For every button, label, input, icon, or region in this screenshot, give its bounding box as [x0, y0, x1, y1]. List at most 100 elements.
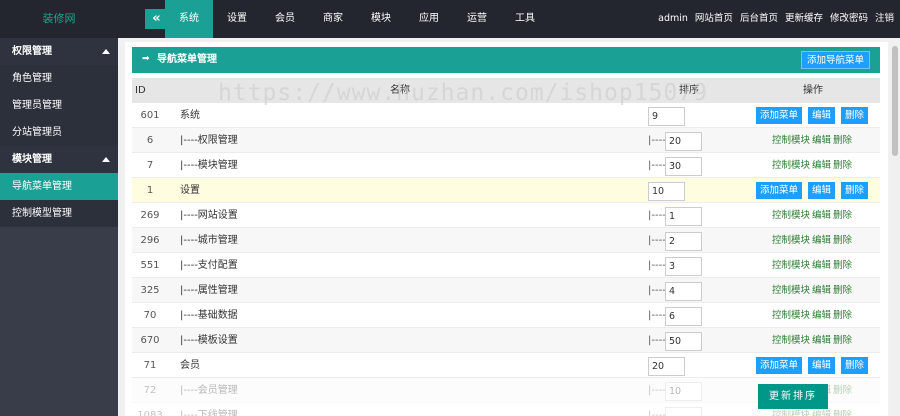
edit-button[interactable]: 编辑: [807, 357, 835, 374]
edit-link[interactable]: 编辑: [812, 310, 831, 321]
edit-button[interactable]: 编辑: [807, 107, 835, 124]
row-name: |----模块管理: [180, 160, 238, 171]
caret-up-icon: [102, 49, 110, 54]
delete-link[interactable]: 删除: [833, 210, 852, 221]
control-module-link[interactable]: 控制模块: [772, 210, 810, 221]
row-name: |----基础数据: [180, 310, 238, 321]
add-nav-menu-button[interactable]: 添加导航菜单: [800, 51, 870, 69]
edit-link[interactable]: 编辑: [812, 335, 831, 346]
delete-button[interactable]: 删除: [840, 107, 868, 124]
sidebar-group-header[interactable]: 模块管理: [0, 146, 118, 173]
delete-link[interactable]: 删除: [833, 135, 852, 146]
sort-input[interactable]: 10: [665, 382, 702, 401]
delete-button[interactable]: 删除: [840, 357, 868, 374]
add-menu-button[interactable]: 添加菜单: [755, 357, 802, 374]
sort-input[interactable]: 4: [665, 282, 702, 301]
control-module-link[interactable]: 控制模块: [772, 160, 810, 171]
delete-link[interactable]: 删除: [833, 285, 852, 296]
edit-link[interactable]: 编辑: [812, 410, 831, 416]
row-id: 296: [140, 235, 160, 246]
scrollbar-thumb[interactable]: [892, 46, 898, 156]
logout-link[interactable]: 注销: [875, 0, 894, 38]
header-ops: 操作: [803, 85, 823, 96]
edit-link[interactable]: 编辑: [812, 135, 831, 146]
admin-home-link[interactable]: 后台首页: [740, 0, 778, 38]
sort-input[interactable]: 3: [665, 257, 702, 276]
edit-link[interactable]: 编辑: [812, 235, 831, 246]
sort-prefix: |----: [648, 410, 666, 416]
clear-cache-link[interactable]: 更新缓存: [785, 0, 823, 38]
control-module-link[interactable]: 控制模块: [772, 135, 810, 146]
delete-button[interactable]: 删除: [840, 182, 868, 199]
sidebar-item[interactable]: 角色管理: [0, 65, 118, 92]
change-password-link[interactable]: 修改密码: [830, 0, 868, 38]
sidebar-group-header[interactable]: 权限管理: [0, 38, 118, 65]
table-header: ID 名称 排序 操作: [132, 78, 880, 103]
sort-input[interactable]: 20: [648, 357, 685, 376]
table-row: 7 |----模块管理 |---- 30 控制模块 编辑 删除: [132, 153, 880, 178]
vertical-scrollbar[interactable]: [890, 42, 900, 416]
delete-link[interactable]: 删除: [833, 260, 852, 271]
brand-logo[interactable]: 装修网: [0, 0, 118, 38]
delete-link[interactable]: 删除: [833, 160, 852, 171]
top-nav: 系统 设置 会员 商家 模块 应用 运营 工具: [165, 0, 549, 38]
control-module-link[interactable]: 控制模块: [772, 335, 810, 346]
edit-link[interactable]: 编辑: [812, 260, 831, 271]
sort-input[interactable]: 10: [648, 182, 685, 201]
edit-link[interactable]: 编辑: [812, 210, 831, 221]
row-id: 71: [143, 360, 157, 371]
delete-link[interactable]: 删除: [833, 235, 852, 246]
control-module-link[interactable]: 控制模块: [772, 235, 810, 246]
header-sort: 排序: [679, 85, 699, 96]
row-links: 控制模块编辑删除: [770, 303, 852, 328]
delete-link[interactable]: 删除: [833, 335, 852, 346]
sidebar-item[interactable]: 分站管理员: [0, 119, 118, 146]
add-menu-button[interactable]: 添加菜单: [755, 107, 802, 124]
sidebar-item[interactable]: 导航菜单管理: [0, 173, 118, 200]
site-home-link[interactable]: 网站首页: [695, 0, 733, 38]
delete-link[interactable]: 删除: [833, 385, 852, 396]
row-links: 控制模块编辑删除: [770, 278, 852, 303]
sidebar-item[interactable]: 控制模型管理: [0, 200, 118, 227]
sort-input[interactable]: 20: [665, 132, 702, 151]
row-name: 系统: [180, 110, 200, 121]
row-name: |----网站设置: [180, 210, 238, 221]
sort-prefix: |----: [648, 210, 666, 221]
sort-prefix: |----: [648, 160, 666, 171]
topnav-item[interactable]: 运营: [453, 0, 501, 38]
sort-input[interactable]: 6: [665, 307, 702, 326]
row-links: 控制模块编辑删除: [770, 128, 852, 153]
row-id: 70: [143, 310, 157, 321]
table-body: 601 系统 9 添加菜单 编辑 删除 6 |----权限管理 |---- 20 控制模块 编辑 删除 7…: [132, 103, 880, 416]
update-sort-button[interactable]: 更新排序: [758, 384, 828, 409]
sort-input[interactable]: 50: [665, 332, 702, 351]
add-menu-button[interactable]: 添加菜单: [755, 182, 802, 199]
control-module-link[interactable]: 控制模块: [772, 260, 810, 271]
header-id: ID: [135, 85, 146, 96]
delete-link[interactable]: 删除: [833, 410, 852, 416]
control-module-link[interactable]: 控制模块: [772, 410, 810, 416]
control-module-link[interactable]: 控制模块: [772, 285, 810, 296]
edit-button[interactable]: 编辑: [807, 182, 835, 199]
delete-link[interactable]: 删除: [833, 310, 852, 321]
topnav-item[interactable]: 应用: [405, 0, 453, 38]
topnav-item[interactable]: 商家: [309, 0, 357, 38]
edit-link[interactable]: 编辑: [812, 285, 831, 296]
topnav-item[interactable]: 工具: [501, 0, 549, 38]
sort-input[interactable]: 2: [665, 232, 702, 251]
topnav-item[interactable]: 会员: [261, 0, 309, 38]
control-module-link[interactable]: 控制模块: [772, 310, 810, 321]
edit-link[interactable]: 编辑: [812, 160, 831, 171]
table-row: 70 |----基础数据 |---- 6 控制模块 编辑 删除: [132, 303, 880, 328]
topnav-item[interactable]: 设置: [213, 0, 261, 38]
sort-input[interactable]: 30: [665, 157, 702, 176]
sort-input[interactable]: [665, 407, 702, 416]
row-id: 1083: [137, 410, 163, 416]
topnav-item[interactable]: 系统: [165, 0, 213, 38]
sidebar-item[interactable]: 管理员管理: [0, 92, 118, 119]
sort-input[interactable]: 9: [648, 107, 685, 126]
topnav-item[interactable]: 模块: [357, 0, 405, 38]
double-chevron-left-icon[interactable]: «: [145, 9, 165, 29]
sort-prefix: |----: [648, 285, 666, 296]
sort-input[interactable]: 1: [665, 207, 702, 226]
